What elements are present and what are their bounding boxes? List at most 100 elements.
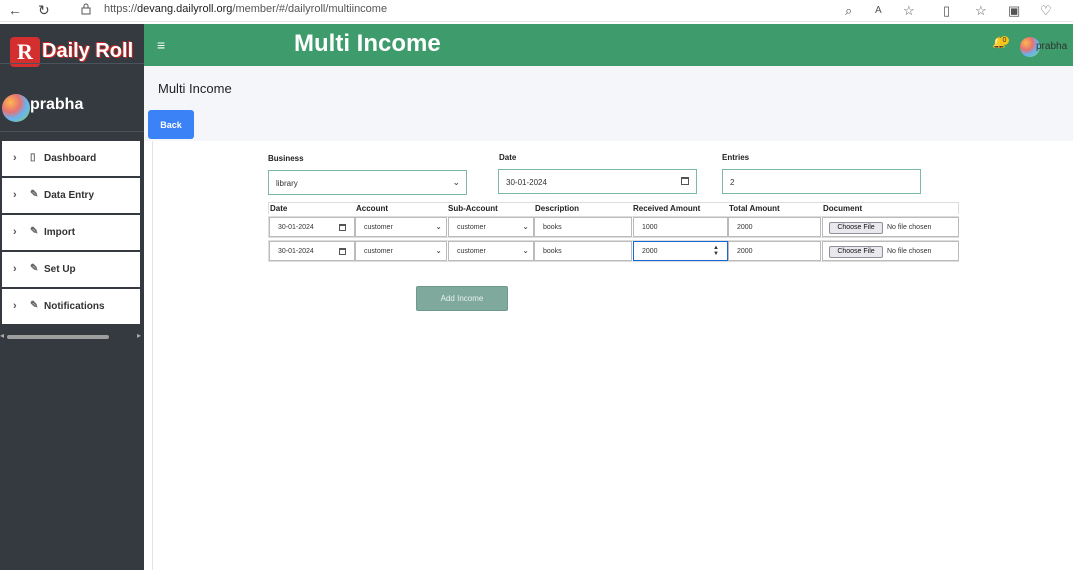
number-stepper-icon[interactable]: ▲ ▼ [713,245,719,257]
divider [0,131,144,132]
account-select[interactable]: customer ⌄ [355,241,447,261]
sub-account-value: customer [457,224,486,231]
divider [0,63,144,64]
choose-file-button[interactable]: Choose File [829,246,883,258]
sidebar-item-label: Data Entry [44,190,95,201]
hamburger-menu-icon[interactable]: ≡ [157,37,165,53]
document-file-input[interactable]: Choose File No file chosen [822,241,959,261]
favorites-icon[interactable]: ☆ [975,3,987,19]
calendar-icon[interactable] [339,224,346,231]
sidebar-item-set-up[interactable]: › ✎ Set Up [2,252,143,287]
pencil-icon: ✎ [30,189,39,200]
column-header-account: Account [356,204,388,213]
scroll-left-icon[interactable]: ◂ [0,331,4,340]
sidebar-item-label: Import [44,227,76,238]
pencil-icon: ✎ [30,226,39,237]
collections-icon[interactable]: ▣ [1008,3,1020,19]
main-content: Multi Income Back Business library ⌄ Dat… [144,66,1073,570]
sidebar-item-import[interactable]: › ✎ Import [2,215,143,250]
column-header-description: Description [535,204,580,213]
reload-icon[interactable]: ↻ [38,2,50,19]
chevron-down-icon: ⌄ [435,246,442,255]
favorite-star-icon[interactable]: ☆ [903,3,915,19]
pencil-icon: ✎ [30,300,39,311]
choose-file-button[interactable]: Choose File [829,222,883,234]
sidebar-item-data-entry[interactable]: › ✎ Data Entry [2,178,143,213]
back-arrow-icon[interactable]: ← [8,2,22,18]
scroll-right-icon[interactable]: ▸ [137,331,141,340]
chevron-right-icon: › [13,226,17,238]
total-amount-field[interactable]: 2000 [728,241,821,261]
zoom-icon[interactable]: ⌕ [845,3,852,19]
file-status-text: No file chosen [887,224,932,231]
chevron-down-icon: ⌄ [522,222,529,231]
table-row: 30-01-2024 customer ⌄ customer ⌄ books 2… [268,240,959,262]
file-icon: ▯ [30,152,36,163]
scrollbar-thumb[interactable] [7,335,109,339]
chevron-down-icon: ⌄ [522,246,529,255]
row-date-field[interactable]: 30-01-2024 [269,241,355,261]
column-header-received-amount: Received Amount [633,204,701,213]
sidebar-scrollbar[interactable]: ◂ ▸ [0,331,144,341]
browser-toolbar: ← ↻ https://devang.dailyroll.org/member/… [0,0,1073,22]
column-header-document: Document [823,204,863,213]
business-value: library [276,179,298,188]
account-select[interactable]: customer ⌄ [355,217,447,237]
table-row: 30-01-2024 customer ⌄ customer ⌄ books 1… [268,216,959,238]
row-date-field[interactable]: 30-01-2024 [269,217,355,237]
sidebar-item-dashboard[interactable]: › ▯ Dashboard [2,141,143,176]
entries-value: 2 [730,178,735,187]
sub-account-value: customer [457,248,486,255]
total-amount-value: 2000 [737,248,753,255]
sidebar-item-label: Set Up [44,264,76,275]
page-title: Multi Income [158,81,232,96]
received-amount-input[interactable]: 1000 [633,217,728,237]
calendar-icon[interactable] [681,177,689,185]
chevron-right-icon: › [13,189,17,201]
pencil-icon: ✎ [30,263,39,274]
row-date-value: 30-01-2024 [278,224,314,231]
chevron-right-icon: › [13,152,17,164]
header-user-name[interactable]: prabha [1036,41,1067,52]
received-amount-input[interactable]: 2000 ▲ ▼ [633,241,728,261]
divider [152,141,153,570]
date-value: 30-01-2024 [506,178,547,187]
entries-label: Entries [722,153,750,162]
logo-text: Daily Roll [42,40,134,62]
lock-icon [81,3,91,15]
back-button[interactable]: Back [148,110,194,139]
sub-account-select[interactable]: customer ⌄ [448,217,534,237]
account-value: customer [364,224,393,231]
sidebar: R Daily Roll prabha › ▯ Dashboard › ✎ Da… [0,24,144,570]
add-income-button[interactable]: Add Income [416,286,508,311]
description-input[interactable]: books [534,217,632,237]
heart-icon[interactable]: ♡ [1040,3,1052,19]
address-bar[interactable]: https://devang.dailyroll.org/member/#/da… [68,0,868,20]
entries-field[interactable]: 2 [722,169,921,194]
calendar-icon[interactable] [339,248,346,255]
column-header-total-amount: Total Amount [729,204,780,213]
chevron-right-icon: › [13,300,17,312]
column-header-date: Date [270,204,288,213]
sidebar-menu: › ▯ Dashboard › ✎ Data Entry › ✎ Import … [2,141,143,326]
document-file-input[interactable]: Choose File No file chosen [822,217,959,237]
date-field[interactable]: 30-01-2024 [498,169,697,194]
url-text: https://devang.dailyroll.org/member/#/da… [104,3,388,15]
description-input[interactable]: books [534,241,632,261]
date-label: Date [499,153,517,162]
sub-account-select[interactable]: customer ⌄ [448,241,534,261]
business-label: Business [268,154,304,163]
chevron-right-icon: › [13,263,17,275]
split-screen-icon[interactable]: ▯ [943,3,950,19]
total-amount-value: 2000 [737,224,753,231]
sidebar-user-name: prabha [30,96,84,113]
description-value: books [543,248,562,255]
chevron-down-icon: ⌄ [452,177,460,187]
chevron-down-icon: ⌄ [435,222,442,231]
title-strip: Multi Income Back [144,66,1073,141]
business-select[interactable]: library ⌄ [268,170,467,195]
header-title: Multi Income [294,30,441,57]
total-amount-field[interactable]: 2000 [728,217,821,237]
read-aloud-icon[interactable]: A [875,5,882,16]
sidebar-item-notifications[interactable]: › ✎ Notifications [2,289,143,324]
